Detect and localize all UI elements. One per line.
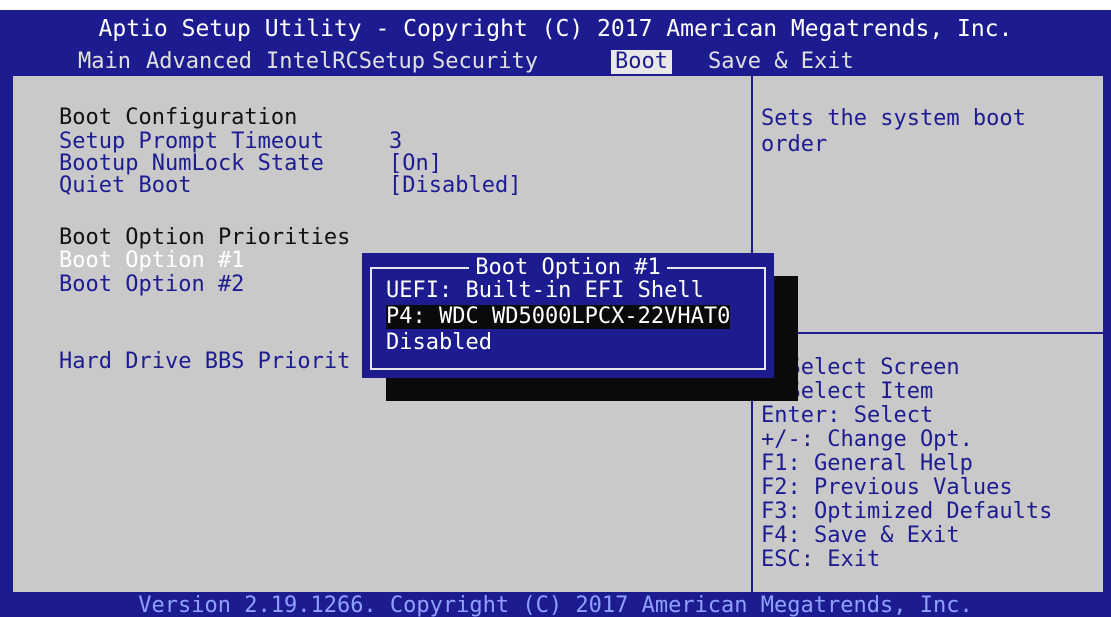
tab-intelrcsetup[interactable]: IntelRCSetup — [262, 50, 429, 74]
help-divider — [753, 332, 1105, 334]
hdd-bbs-priorities[interactable]: Hard Drive BBS Priorit — [59, 350, 350, 374]
tab-security[interactable]: Security — [428, 50, 542, 74]
boot-option-popup: Boot Option #1 UEFI: Built-in EFI Shell … — [362, 253, 774, 378]
menu-bar: Main Advanced IntelRCSetup Security Boot… — [0, 40, 1111, 74]
boot-priorities-heading: Boot Option Priorities — [59, 225, 351, 250]
boot-config-heading: Boot Configuration — [59, 105, 298, 130]
boot-option-1[interactable]: Boot Option #1 — [59, 249, 244, 273]
popup-title: Boot Option #1 — [362, 255, 774, 280]
key-f1-help: F1: General Help — [761, 451, 973, 476]
key-enter-select: Enter: Select — [761, 403, 934, 428]
tab-save-exit[interactable]: Save & Exit — [704, 50, 858, 74]
help-text: Sets the system boot order — [761, 106, 1026, 157]
version-footer: Version 2.19.1266. Copyright (C) 2017 Am… — [0, 594, 1111, 617]
key-f3-defaults: F3: Optimized Defaults — [761, 499, 1053, 524]
popup-option-disabled[interactable]: Disabled — [386, 331, 492, 355]
bios-screen: Aptio Setup Utility - Copyright (C) 2017… — [0, 10, 1111, 617]
popup-title-text: Boot Option #1 — [469, 255, 667, 280]
key-esc-exit: ESC: Exit — [761, 547, 881, 572]
quiet-boot-value[interactable]: [Disabled] — [389, 174, 521, 198]
popup-option-wdc-drive[interactable]: P4: WDC WD5000LPCX-22VHAT0 — [386, 305, 731, 329]
key-f4-save-exit: F4: Save & Exit — [761, 523, 960, 548]
tab-main[interactable]: Main — [74, 50, 135, 74]
tab-advanced[interactable]: Advanced — [142, 50, 256, 74]
key-change-opt: +/-: Change Opt. — [761, 427, 973, 452]
quiet-boot-label[interactable]: Quiet Boot — [59, 174, 191, 198]
key-f2-previous: F2: Previous Values — [761, 475, 1013, 500]
popup-option-uefi-shell[interactable]: UEFI: Built-in EFI Shell — [386, 279, 704, 303]
tab-boot[interactable]: Boot — [611, 50, 672, 74]
boot-option-2[interactable]: Boot Option #2 — [59, 273, 244, 297]
app-title: Aptio Setup Utility - Copyright (C) 2017… — [98, 16, 1013, 42]
